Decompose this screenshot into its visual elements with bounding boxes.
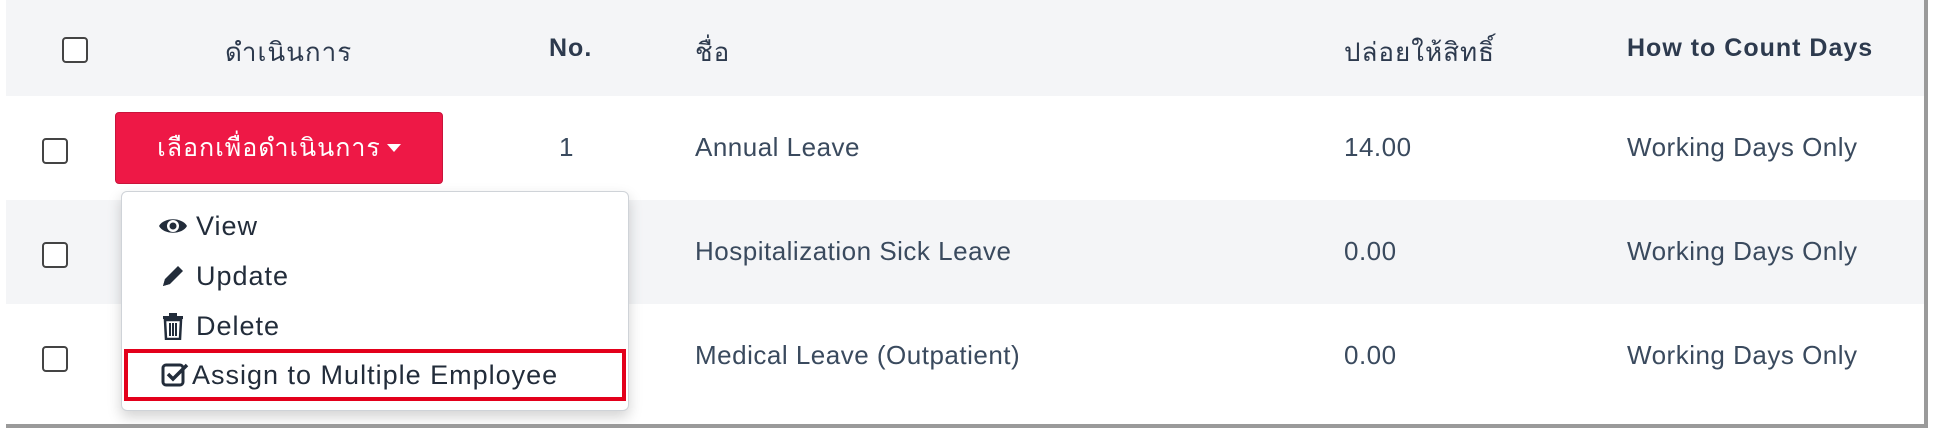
row-checkbox[interactable]	[42, 138, 68, 164]
row-name: Hospitalization Sick Leave	[695, 236, 1012, 266]
action-button-label: เลือกเพื่อดำเนินการ	[157, 134, 381, 162]
header-name[interactable]: ชื่อ	[695, 32, 730, 73]
row-checkbox[interactable]	[42, 346, 68, 372]
row-name: Medical Leave (Outpatient)	[695, 340, 1021, 370]
row-entitlement: 0.00	[1344, 236, 1397, 266]
select-all-checkbox[interactable]	[62, 37, 88, 63]
check-square-icon	[160, 360, 190, 390]
menu-item-label: Assign to Multiple Employee	[192, 359, 559, 390]
menu-item-view[interactable]: View	[122, 202, 628, 250]
row-name: Annual Leave	[695, 132, 861, 162]
menu-item-delete[interactable]: Delete	[122, 302, 628, 350]
row-count-days: Working Days Only	[1627, 236, 1858, 266]
action-dropdown-menu: View Update Delete Assign to Multiple Em…	[121, 191, 629, 411]
eye-icon	[158, 211, 188, 241]
header-action: ดำเนินการ	[225, 37, 353, 67]
menu-item-label: View	[196, 210, 259, 241]
header-entitlement[interactable]: ปล่อยให้สิทธิ์	[1344, 32, 1495, 73]
leave-types-table: ดำเนินการ No. ชื่อ ปล่อยให้สิทธิ์ How to…	[6, 0, 1928, 428]
table-row: เลือกเพื่อดำเนินการ 1 Annual Leave 14.00…	[6, 96, 1924, 200]
header-no[interactable]: No.	[549, 34, 592, 63]
trash-icon	[158, 311, 188, 341]
menu-item-label: Delete	[196, 310, 281, 341]
select-action-button[interactable]: เลือกเพื่อดำเนินการ	[115, 112, 443, 184]
menu-item-assign-multiple[interactable]: Assign to Multiple Employee	[124, 349, 626, 401]
menu-item-update[interactable]: Update	[122, 252, 628, 300]
caret-down-icon	[386, 144, 401, 152]
pencil-icon	[158, 261, 188, 291]
row-count-days: Working Days Only	[1627, 340, 1858, 370]
row-entitlement: 0.00	[1344, 340, 1397, 370]
row-no: 1	[559, 132, 574, 162]
header-count-days[interactable]: How to Count Days	[1627, 34, 1873, 63]
menu-item-label: Update	[196, 260, 290, 291]
row-count-days: Working Days Only	[1627, 132, 1858, 162]
row-checkbox[interactable]	[42, 242, 68, 268]
row-entitlement: 14.00	[1344, 132, 1412, 162]
table-header-row: ดำเนินการ No. ชื่อ ปล่อยให้สิทธิ์ How to…	[6, 0, 1924, 96]
